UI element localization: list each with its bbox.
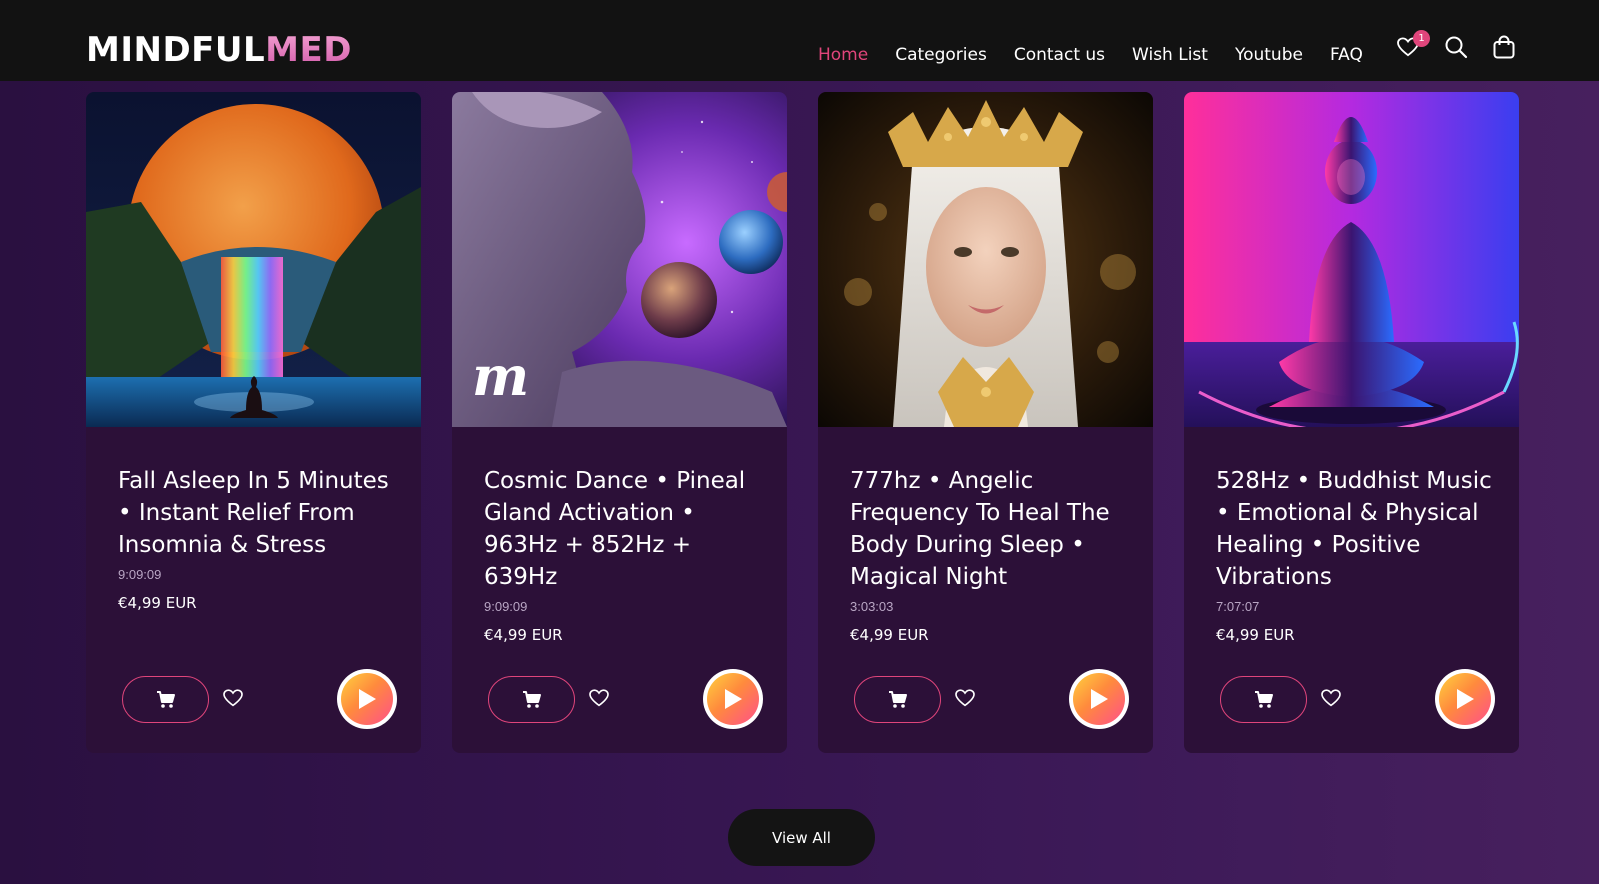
product-price: €4,99 EUR [1216,626,1295,644]
add-to-cart-button[interactable] [488,676,575,723]
product-info: Cosmic Dance • Pineal Gland Activation •… [484,465,763,644]
nav-categories[interactable]: Categories [895,44,987,66]
play-button[interactable] [1435,669,1495,729]
product-price: €4,99 EUR [850,626,929,644]
product-info: Fall Asleep In 5 Minutes • Instant Relie… [118,465,397,612]
heart-icon [223,689,243,707]
product-info: 777hz • Angelic Frequency To Heal The Bo… [850,465,1129,644]
watermark-logo: m [472,344,529,408]
product-image-golden-crown-woman[interactable] [818,92,1153,427]
heart-icon [589,689,609,707]
product-card[interactable]: 777hz • Angelic Frequency To Heal The Bo… [818,92,1153,753]
wishlist-button[interactable]: 1 [1395,30,1430,60]
add-to-cart-button[interactable] [122,676,209,723]
product-title[interactable]: 528Hz • Buddhist Music • Emotional & Phy… [1216,465,1495,593]
add-to-wishlist-button[interactable] [1321,689,1343,709]
heart-icon [955,689,975,707]
product-actions [122,669,397,729]
product-duration: 7:07:07 [1216,599,1260,614]
product-image-neon-buddha[interactable] [1184,92,1519,427]
add-to-cart-button[interactable] [1220,676,1307,723]
product-title[interactable]: Cosmic Dance • Pineal Gland Activation •… [484,465,763,593]
play-button[interactable] [703,669,763,729]
header-actions: 1 [1395,30,1517,60]
play-button-inner [341,673,393,725]
cart-icon [888,690,907,708]
site-header: MINDFULMED Home Categories Contact us Wi… [0,0,1599,81]
cart-icon [1254,690,1273,708]
view-all-button[interactable]: View All [728,809,875,866]
product-card[interactable]: m Cosmic Dance • Pineal Gland Activation… [452,92,787,753]
product-card[interactable]: Fall Asleep In 5 Minutes • Instant Relie… [86,92,421,753]
product-price: €4,99 EUR [118,594,197,612]
cart-icon [156,690,175,708]
nav-home[interactable]: Home [818,44,868,66]
play-icon [1457,689,1474,709]
product-price: €4,99 EUR [484,626,563,644]
bag-icon [1493,35,1515,59]
play-icon [725,689,742,709]
search-button[interactable] [1443,34,1469,60]
heart-icon [1321,689,1341,707]
logo-text-med: MED [265,30,352,70]
search-icon [1445,36,1468,59]
cart-button[interactable] [1491,34,1517,60]
cart-icon [522,690,541,708]
wishlist-count-badge: 1 [1413,30,1430,47]
nav-youtube[interactable]: Youtube [1235,44,1303,66]
add-to-wishlist-button[interactable] [589,689,611,709]
product-card[interactable]: 528Hz • Buddhist Music • Emotional & Phy… [1184,92,1519,753]
play-icon [359,689,376,709]
play-button[interactable] [337,669,397,729]
main-nav: Home Categories Contact us Wish List You… [818,44,1390,66]
nav-wish-list[interactable]: Wish List [1132,44,1208,66]
nav-contact-us[interactable]: Contact us [1014,44,1105,66]
play-button[interactable] [1069,669,1129,729]
nav-faq[interactable]: FAQ [1330,44,1363,66]
add-to-wishlist-button[interactable] [955,689,977,709]
product-info: 528Hz • Buddhist Music • Emotional & Phy… [1216,465,1495,644]
product-image-moon-waterfall[interactable] [86,92,421,427]
product-title[interactable]: 777hz • Angelic Frequency To Heal The Bo… [850,465,1129,593]
product-grid: Fall Asleep In 5 Minutes • Instant Relie… [86,92,1519,753]
play-button-inner [1439,673,1491,725]
product-duration: 9:09:09 [118,567,162,582]
play-button-inner [707,673,759,725]
product-title[interactable]: Fall Asleep In 5 Minutes • Instant Relie… [118,465,397,561]
site-logo[interactable]: MINDFULMED [86,30,352,70]
play-icon [1091,689,1108,709]
add-to-wishlist-button[interactable] [223,689,245,709]
product-actions [1220,669,1495,729]
play-button-inner [1073,673,1125,725]
product-image-cosmic-goddess[interactable]: m [452,92,787,427]
product-duration: 9:09:09 [484,599,528,614]
add-to-cart-button[interactable] [854,676,941,723]
product-duration: 3:03:03 [850,599,894,614]
product-actions [488,669,763,729]
product-actions [854,669,1129,729]
logo-text-mindful: MINDFUL [86,30,266,70]
